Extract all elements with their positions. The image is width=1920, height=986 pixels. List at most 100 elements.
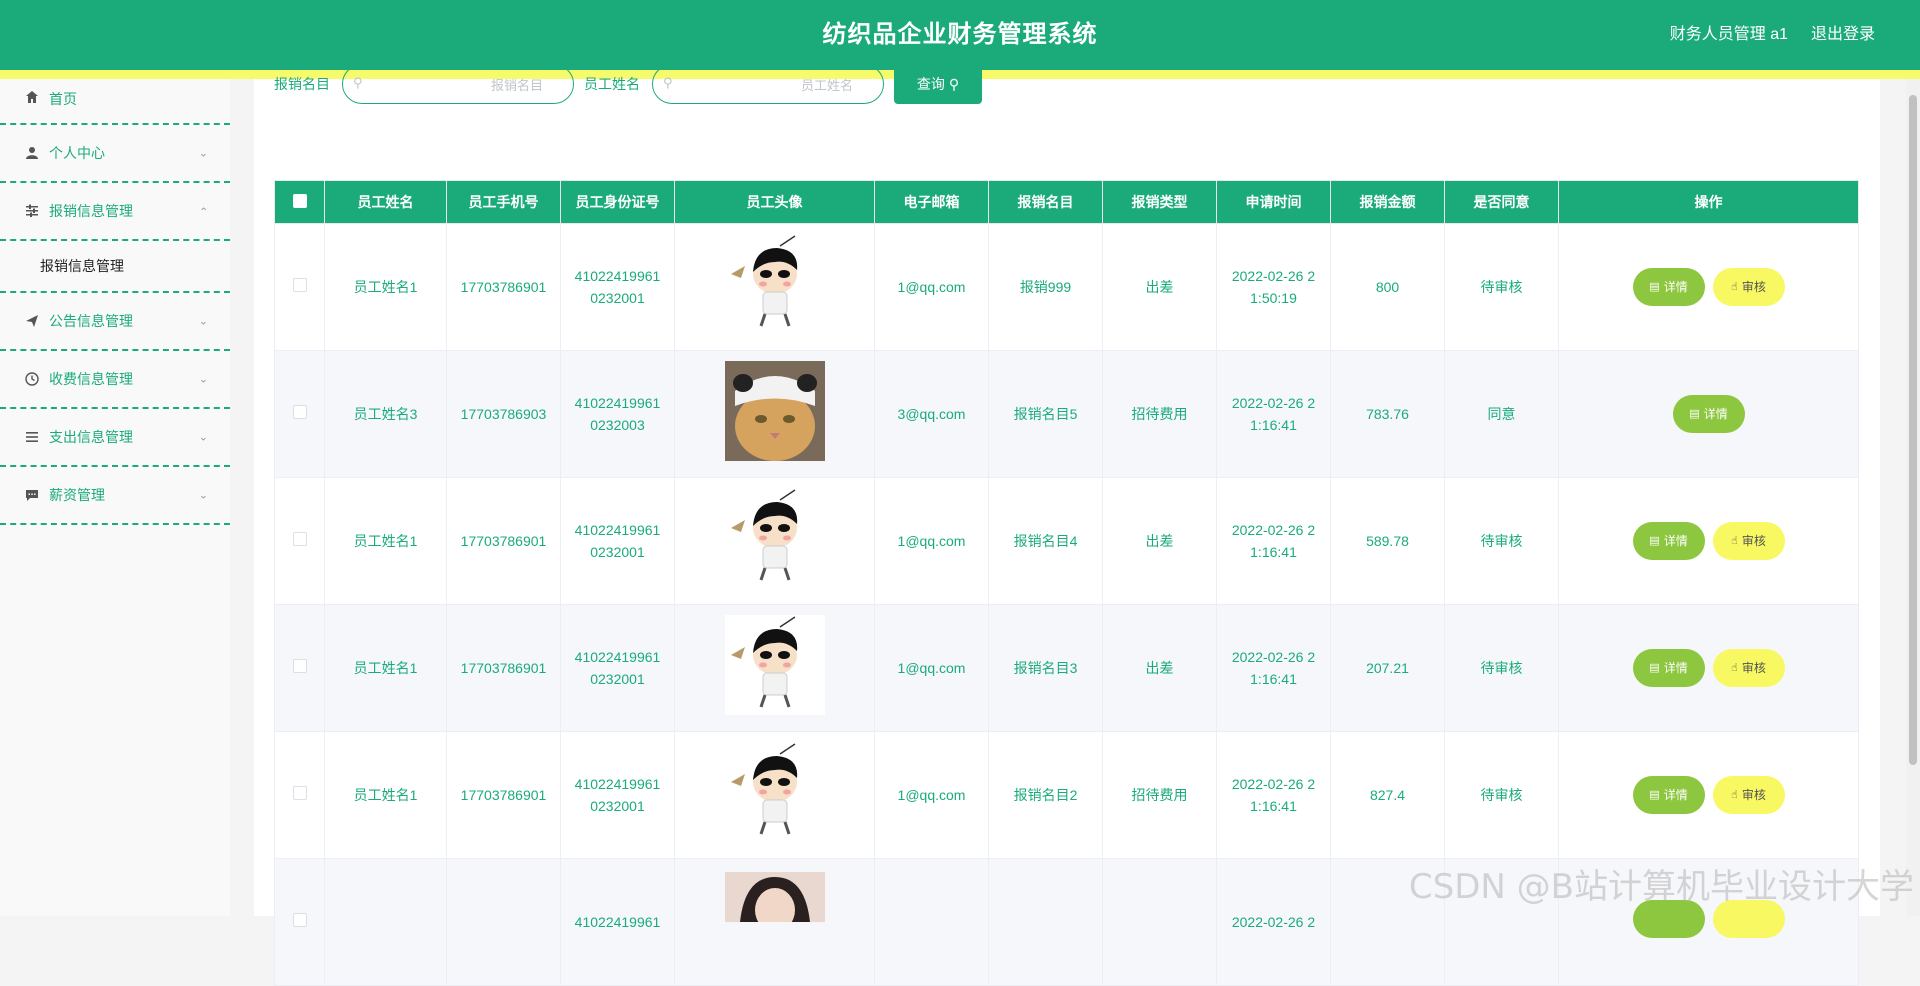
scrollbar-thumb[interactable] — [1909, 95, 1917, 765]
page-scrollbar[interactable] — [1906, 79, 1920, 916]
cell-avatar — [675, 351, 875, 478]
document-icon: ▤ — [1649, 784, 1659, 806]
current-user: 财务人员管理 a1 — [1670, 0, 1788, 70]
cell-amount — [1331, 859, 1445, 986]
cell-actions: ▤详情☝审核 — [1559, 605, 1859, 732]
cell-email: 1@qq.com — [875, 732, 989, 859]
detail-button[interactable]: ▤详情 — [1633, 268, 1705, 306]
search-input-name[interactable]: ⚲ 员工姓名 — [652, 64, 884, 104]
thumb-icon: ☝ — [1731, 530, 1738, 552]
document-icon: ▤ — [1649, 276, 1659, 298]
sidebar-item-label: 支出信息管理 — [49, 427, 133, 447]
cell-time: 2022-02-26 2 1:16:41 — [1217, 478, 1331, 605]
row-checkbox[interactable] — [293, 532, 307, 546]
sidebar-subitem-reimbursement[interactable]: 报销信息管理 — [0, 241, 230, 293]
cell-amount: 800 — [1331, 224, 1445, 351]
row-select-cell[interactable] — [275, 478, 325, 605]
logout-button[interactable]: 退出登录 — [1811, 0, 1875, 70]
cell-id: 41022419961 — [561, 859, 675, 986]
cell-type — [1103, 859, 1217, 986]
cell-status — [1445, 859, 1559, 986]
employee-avatar — [725, 615, 825, 715]
sidebar-item-announcement[interactable]: 公告信息管理 ⌄ — [0, 293, 230, 351]
document-icon: ▤ — [1649, 530, 1659, 552]
sidebar-item-personal-center[interactable]: 个人中心 ⌄ — [0, 125, 230, 183]
table-body: 员工姓名1 1770378690141022419961 0232001 1@qq.… — [275, 224, 1859, 986]
sidebar-item-reimbursement[interactable]: 报销信息管理 ⌄ — [0, 183, 230, 241]
cell-actions — [1559, 859, 1859, 986]
sidebar-item-home[interactable]: 首页 ⌄ — [0, 79, 230, 125]
chevron-down-icon: ⌄ — [199, 489, 208, 502]
row-select-cell[interactable] — [275, 605, 325, 732]
cell-email: 1@qq.com — [875, 224, 989, 351]
list-icon — [24, 429, 40, 445]
cell-item: 报销名目2 — [989, 732, 1103, 859]
row-checkbox[interactable] — [293, 659, 307, 673]
row-select-cell[interactable] — [275, 859, 325, 986]
audit-button[interactable]: ☝审核 — [1713, 268, 1785, 306]
send-icon — [24, 313, 40, 329]
table-row: 员工姓名11770378690141022419961 02320011@qq.… — [275, 478, 1859, 605]
column-header: 报销金额 — [1331, 181, 1445, 224]
row-checkbox[interactable] — [293, 405, 307, 419]
column-header: 报销类型 — [1103, 181, 1217, 224]
audit-button[interactable]: ☝审核 — [1713, 776, 1785, 814]
cell-name — [325, 859, 447, 986]
table-header-row: 员工姓名 员工手机号 员工身份证号 员工头像 电子邮箱 报销名目 报销类型 申请… — [275, 181, 1859, 224]
cell-email: 1@qq.com — [875, 605, 989, 732]
select-all-checkbox[interactable] — [293, 194, 307, 208]
cell-avatar — [675, 224, 875, 351]
cell-avatar — [675, 478, 875, 605]
detail-button[interactable] — [1633, 900, 1705, 938]
cell-phone: 17703786901 — [447, 605, 561, 732]
column-header: 员工姓名 — [325, 181, 447, 224]
table-row: 410224199612022-02-26 2 — [275, 859, 1859, 986]
sidebar-item-label: 收费信息管理 — [49, 369, 133, 389]
document-icon: ▤ — [1689, 403, 1699, 425]
audit-button-label: 审核 — [1742, 276, 1766, 298]
column-header: 操作 — [1559, 181, 1859, 224]
search-label-item: 报销名目 — [274, 74, 330, 94]
cell-name: 员工姓名1 — [325, 224, 447, 351]
cell-avatar — [675, 605, 875, 732]
audit-button[interactable]: ☝审核 — [1713, 649, 1785, 687]
cell-actions: ▤详情☝审核 — [1559, 732, 1859, 859]
table-row: 员工姓名11770378690141022419961 02320011@qq.… — [275, 224, 1859, 351]
cell-id: 41022419961 0232001 — [561, 605, 675, 732]
cell-status: 待审核 — [1445, 478, 1559, 605]
row-checkbox[interactable] — [293, 786, 307, 800]
cell-time: 2022-02-26 2 1:16:41 — [1217, 605, 1331, 732]
chevron-down-icon: ⌄ — [199, 147, 208, 160]
row-select-cell[interactable] — [275, 732, 325, 859]
audit-button[interactable] — [1713, 900, 1785, 938]
chat-icon — [24, 487, 40, 503]
sidebar-item-salary[interactable]: 薪资管理 ⌄ — [0, 467, 230, 525]
row-select-cell[interactable] — [275, 351, 325, 478]
cell-time: 2022-02-26 2 1:16:41 — [1217, 732, 1331, 859]
row-checkbox[interactable] — [293, 913, 307, 927]
audit-button-label: 审核 — [1742, 530, 1766, 552]
cell-avatar — [675, 732, 875, 859]
row-select-cell[interactable] — [275, 224, 325, 351]
detail-button-label: 详情 — [1664, 784, 1688, 806]
select-all-cell[interactable] — [275, 181, 325, 224]
cell-item — [989, 859, 1103, 986]
detail-button[interactable]: ▤详情 — [1633, 522, 1705, 560]
detail-button[interactable]: ▤详情 — [1633, 776, 1705, 814]
detail-button[interactable]: ▤详情 — [1673, 395, 1745, 433]
cell-phone: 17703786901 — [447, 478, 561, 605]
top-bar: 纺织品企业财务管理系统 财务人员管理 a1 退出登录 — [0, 0, 1920, 70]
sidebar-item-charges[interactable]: 收费信息管理 ⌄ — [0, 351, 230, 409]
sidebar-item-expenses[interactable]: 支出信息管理 ⌄ — [0, 409, 230, 467]
sidebar-item-label: 公告信息管理 — [49, 311, 133, 331]
audit-button[interactable]: ☝审核 — [1713, 522, 1785, 560]
search-icon: ⚲ — [663, 75, 673, 91]
search-input-item[interactable]: ⚲ 报销名目 — [342, 64, 574, 104]
thumb-icon: ☝ — [1731, 657, 1738, 679]
document-icon: ▤ — [1649, 657, 1659, 679]
cell-avatar — [675, 859, 875, 986]
row-checkbox[interactable] — [293, 278, 307, 292]
cell-email: 1@qq.com — [875, 478, 989, 605]
detail-button[interactable]: ▤详情 — [1633, 649, 1705, 687]
query-button[interactable]: 查询 ⚲ — [894, 64, 982, 104]
